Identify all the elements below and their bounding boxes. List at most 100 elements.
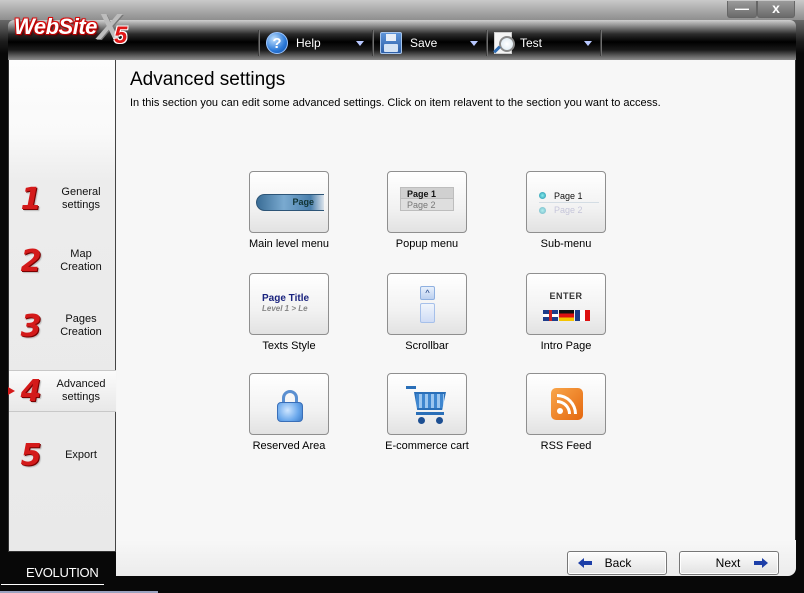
label-line-2: Creation [60, 261, 102, 273]
tile-button[interactable]: ENTER [526, 273, 606, 335]
tile-scrollbar[interactable]: ^ Scrollbar [357, 273, 497, 352]
step-number: 2 [20, 243, 42, 279]
sidebar-item-label: Pages Creation [51, 313, 111, 339]
back-label: Back [604, 556, 632, 570]
tile-main-level-menu[interactable]: Page Main level menu [219, 171, 359, 250]
tile-label: Intro Page [540, 340, 592, 352]
step-number: 5 [20, 437, 42, 473]
sidebar-item-label: Map Creation [51, 248, 111, 274]
save-menu-button[interactable]: Save [374, 30, 486, 56]
dropdown-arrow-icon[interactable] [356, 41, 364, 46]
tile-button[interactable] [526, 373, 606, 435]
sidebar-item-label: General settings [51, 186, 111, 212]
active-marker-icon [8, 387, 15, 395]
texts-style-preview-icon: Page Title Level 1 > Le [262, 293, 309, 313]
edition-label: EVOLUTION [26, 565, 99, 580]
tile-label: Texts Style [262, 340, 316, 352]
next-label: Next [715, 556, 741, 570]
tile-reserved-area[interactable]: Reserved Area [219, 373, 359, 452]
sidebar-item-label: Advanced settings [51, 378, 111, 404]
logo-version: 5 [114, 22, 128, 49]
tile-label: RSS Feed [540, 440, 592, 452]
sub-menu-preview-icon: Page 1 Page 2 [539, 189, 599, 217]
next-button[interactable]: Next [679, 551, 779, 575]
scroll-thumb-icon [420, 303, 435, 323]
test-magnifier-icon [494, 32, 515, 54]
tile-button[interactable]: Page [249, 171, 329, 233]
toolbar-divider [600, 30, 602, 56]
lock-icon [277, 390, 303, 422]
test-menu-button[interactable]: Test [488, 30, 600, 56]
german-flag-icon [559, 310, 574, 321]
step-number: 4 [20, 373, 42, 409]
popup-menu-preview-icon: Page 1 Page 2 [400, 187, 454, 211]
tile-button[interactable] [387, 373, 467, 435]
preview-item: Page 1 [400, 187, 454, 199]
label-line-1: Advanced [56, 378, 106, 390]
step-number: 1 [20, 181, 42, 217]
arrow-left-icon [578, 558, 592, 568]
tile-sub-menu[interactable]: Page 1 Page 2 Sub-menu [496, 171, 636, 250]
label-line-1: Pages [65, 313, 97, 325]
tile-popup-menu[interactable]: Page 1 Page 2 Popup menu [357, 171, 497, 250]
preview-item: Page 1 [554, 190, 583, 201]
dropdown-arrow-icon[interactable] [470, 41, 478, 46]
tile-button[interactable]: ^ [387, 273, 467, 335]
page-title: Advanced settings [130, 69, 286, 90]
label-line-2: settings [62, 391, 100, 403]
sidebar-item-export[interactable]: 5 Export [9, 434, 116, 476]
tile-label: Scrollbar [405, 340, 449, 352]
app-window: — x X WebSite 5 ? Help Save Test 1 Gener… [0, 0, 804, 593]
enter-text: ENTER [549, 291, 583, 301]
edition-underline [1, 584, 104, 585]
save-label: Save [410, 36, 438, 50]
tile-label: Popup menu [395, 238, 459, 250]
tile-label: Reserved Area [252, 440, 326, 452]
tile-button[interactable]: Page Title Level 1 > Le [249, 273, 329, 335]
sidebar-item-pages-creation[interactable]: 3 Pages Creation [9, 305, 116, 347]
french-flag-icon [575, 310, 590, 321]
toolbar: ? Help Save Test [258, 30, 602, 56]
scrollbar-preview-icon: ^ [420, 286, 435, 323]
tile-button[interactable]: Page 1 Page 2 [526, 171, 606, 233]
help-menu-button[interactable]: ? Help [260, 30, 372, 56]
preview-title: Page Title [262, 293, 310, 304]
save-floppy-icon [380, 32, 402, 54]
tile-button[interactable] [249, 373, 329, 435]
scroll-up-icon: ^ [420, 286, 435, 300]
tile-button[interactable]: Page 1 Page 2 [387, 171, 467, 233]
tile-texts-style[interactable]: Page Title Level 1 > Le Texts Style [219, 273, 359, 352]
sidebar-item-map-creation[interactable]: 2 Map Creation [9, 240, 116, 282]
app-logo: X WebSite 5 [14, 6, 144, 49]
tile-rss-feed[interactable]: RSS Feed [496, 373, 636, 452]
tile-ecommerce-cart[interactable]: E-commerce cart [357, 373, 497, 452]
step-number: 3 [20, 308, 42, 344]
tile-label: E-commerce cart [385, 440, 469, 452]
label-line-1: Map [70, 248, 92, 260]
test-label: Test [520, 36, 543, 50]
logo-text: WebSite [14, 14, 97, 39]
help-icon: ? [266, 32, 288, 54]
label-line-2: settings [62, 199, 100, 211]
help-label: Help [296, 36, 321, 50]
bullet-icon [539, 192, 546, 199]
label-line-2: Creation [60, 326, 102, 338]
main-menu-preview-icon: Page [256, 194, 324, 211]
main-content: Advanced settings In this section you ca… [117, 60, 795, 551]
back-button[interactable]: Back [567, 551, 667, 575]
rss-icon [551, 388, 583, 420]
preview-item: Page 2 [554, 205, 583, 215]
sidebar-item-advanced-settings[interactable]: 4 Advanced settings [8, 370, 116, 412]
bullet-icon [539, 206, 546, 214]
tile-label: Main level menu [248, 238, 330, 250]
close-button[interactable]: x [757, 1, 795, 18]
minimize-button[interactable]: — [727, 1, 757, 18]
language-flags-icon [543, 310, 591, 321]
preview-path: Level 1 > Le [262, 304, 308, 313]
dropdown-arrow-icon[interactable] [584, 41, 592, 46]
shopping-cart-icon [406, 386, 452, 426]
tile-intro-page[interactable]: ENTER Intro Page [496, 273, 636, 352]
sidebar-item-general-settings[interactable]: 1 General settings [9, 178, 116, 220]
sidebar-item-label: Export [65, 448, 97, 461]
body-frame: 1 General settings 2 Map Creation 3 Page… [8, 60, 796, 552]
